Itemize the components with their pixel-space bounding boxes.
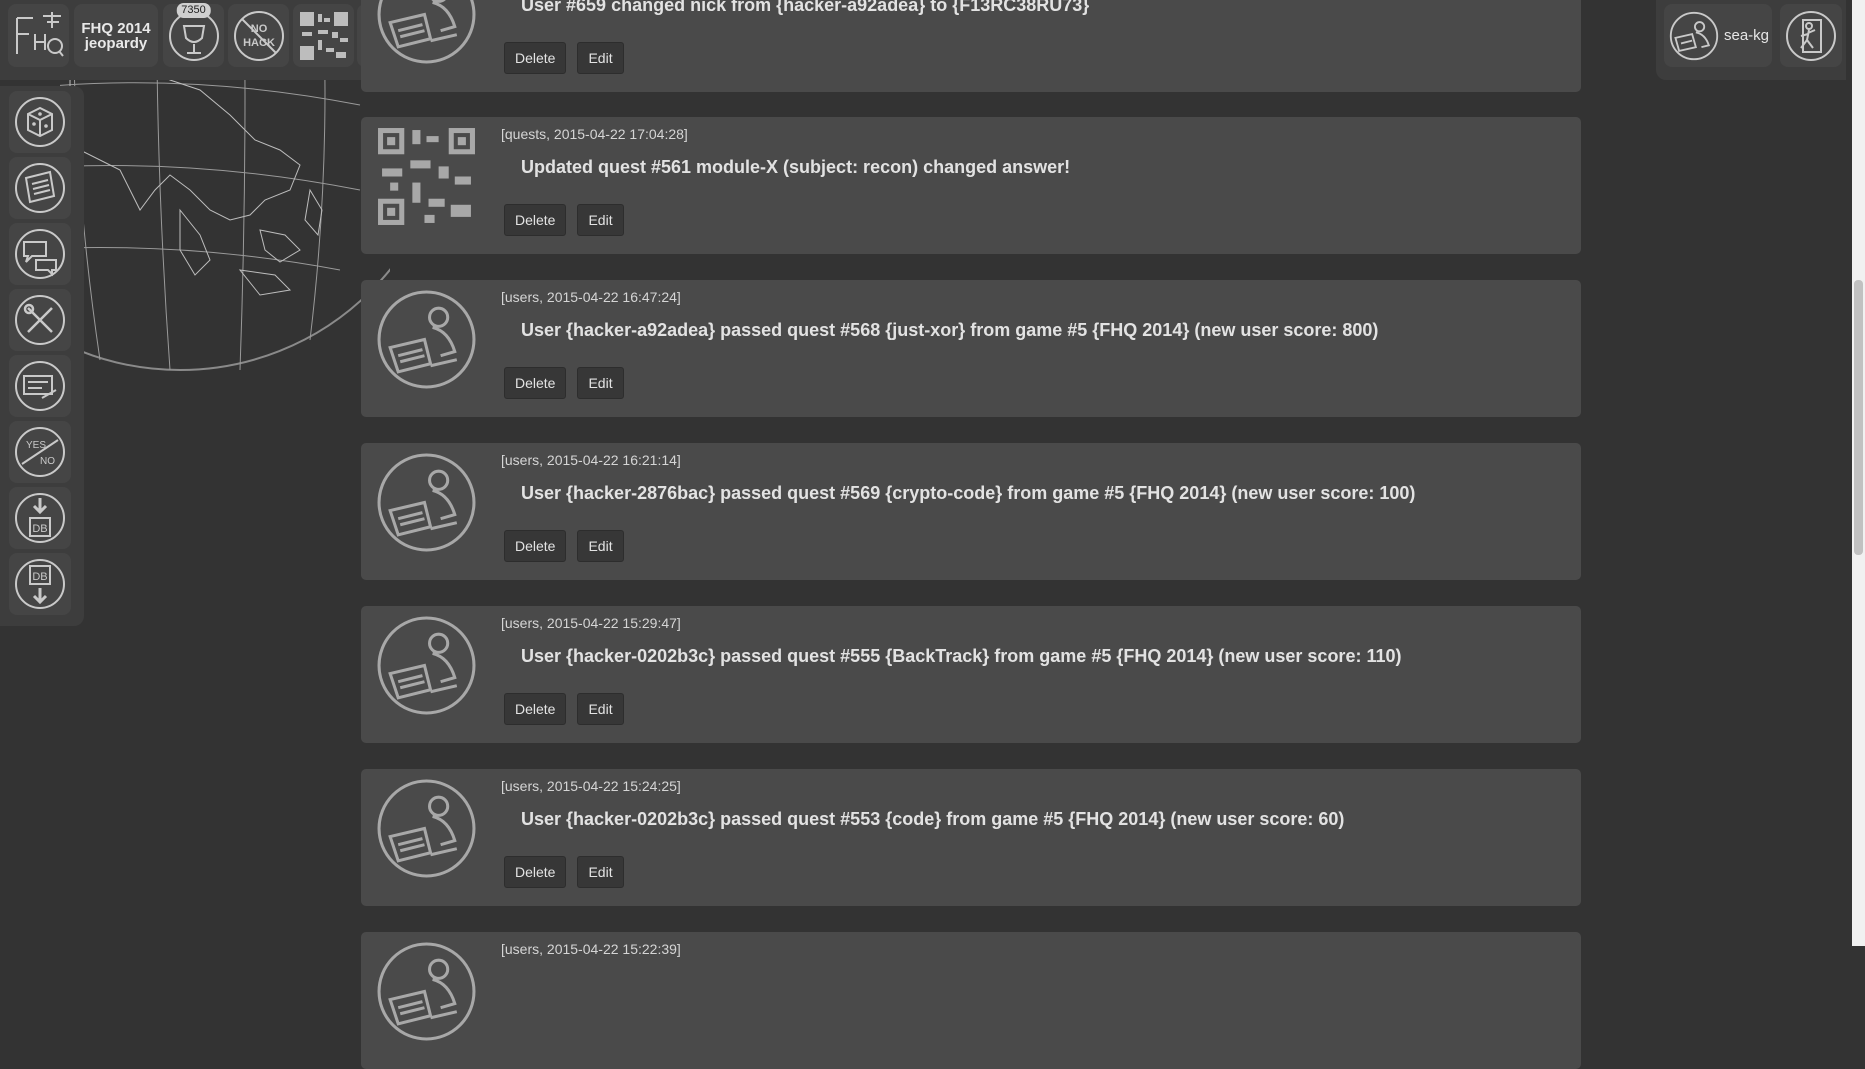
feed-item-message: Updated quest #561 module-X (subject: re…: [521, 157, 1071, 177]
tools-icon: [15, 295, 65, 345]
sidebar-item-feedback[interactable]: [9, 355, 71, 417]
svg-text:HACK: HACK: [243, 37, 275, 49]
edit-button[interactable]: Edit: [577, 42, 624, 74]
db-export-icon: DB: [15, 559, 65, 609]
feed-item-meta: [users, 2015-04-22 16:21:14]: [501, 452, 681, 468]
qr-code-button[interactable]: [293, 4, 354, 67]
svg-text:DB: DB: [32, 523, 47, 535]
game-title-button[interactable]: FHQ 2014 jeopardy: [74, 4, 158, 67]
edit-button[interactable]: Edit: [577, 530, 624, 562]
feed-item-message: User {hacker-0202b3c} passed quest #555 …: [521, 646, 1402, 666]
page-scrollbar[interactable]: [1852, 0, 1865, 946]
scrollbar-thumb[interactable]: [1854, 280, 1863, 555]
svg-text:NO: NO: [250, 23, 267, 35]
user-avatar-icon: [1669, 11, 1719, 60]
user-avatar-icon: [376, 452, 477, 553]
edit-button[interactable]: Edit: [577, 856, 624, 888]
feed-item-meta: [users, 2015-04-22 15:22:39]: [501, 941, 681, 957]
feed-item-message: User {hacker-2876bac} passed quest #569 …: [521, 483, 1416, 503]
delete-button[interactable]: Delete: [504, 693, 567, 725]
chat-icon: [15, 229, 65, 279]
sidebar-item-news[interactable]: [9, 157, 71, 219]
yes-no-icon: YES NO: [15, 427, 65, 477]
fhq-logo-icon[interactable]: [8, 4, 69, 67]
user-avatar-icon: [376, 289, 477, 390]
edit-button[interactable]: Edit: [577, 204, 624, 236]
delete-button[interactable]: Delete: [504, 42, 567, 74]
feed-item-meta: [users, 2015-04-22 15:24:25]: [501, 778, 681, 794]
delete-button[interactable]: Delete: [504, 204, 567, 236]
sidebar-item-db-import[interactable]: DB: [9, 487, 71, 549]
feed-item: [users, 2015-04-22 16:21:14] User {hacker…: [361, 443, 1581, 580]
game-title-line2: jeopardy: [84, 34, 148, 52]
sidebar-item-games[interactable]: [9, 91, 71, 153]
game-title-line1: FHQ 2014: [81, 19, 151, 37]
feed-item-message: User {hacker-a92adea} passed quest #568 …: [521, 320, 1379, 340]
logout-icon: [1786, 10, 1836, 61]
feed-item-message: User {hacker-0202b3c} passed quest #553 …: [521, 809, 1345, 829]
no-hack-button[interactable]: NO HACK: [228, 4, 289, 67]
feed-item: [users, 2015-04-22 16:47:24] User {hacker…: [361, 280, 1581, 417]
sidebar-item-db-export[interactable]: DB: [9, 553, 71, 615]
dice-icon: [15, 97, 65, 147]
feed-item: [users, 2015-04-22 15:24:25] User {hacker…: [361, 769, 1581, 906]
db-import-icon: DB: [15, 493, 65, 543]
user-profile-button[interactable]: sea-kg: [1664, 4, 1772, 67]
sidebar-item-yes-no[interactable]: YES NO: [9, 421, 71, 483]
svg-text:DB: DB: [32, 571, 47, 583]
svg-text:NO: NO: [40, 456, 55, 467]
svg-text:YES: YES: [26, 440, 46, 451]
qr-code-icon: [299, 11, 348, 60]
feed-item: [users, 2015-04-22 15:22:39]DeleteEdit: [361, 932, 1581, 1069]
feed-item: [users, 2015-04-22 15:29:47] User {hacker…: [361, 606, 1581, 743]
user-avatar-icon: [376, 615, 477, 716]
user-avatar-icon: [376, 0, 477, 65]
edit-button[interactable]: Edit: [577, 693, 624, 725]
edit-button[interactable]: Edit: [577, 367, 624, 399]
scoreboard-button[interactable]: 7350: [163, 3, 224, 67]
feed-item: User #659 changed nick from {hacker-a92a…: [361, 0, 1581, 92]
sidebar-item-chat[interactable]: [9, 223, 71, 285]
user-panel: sea-kg: [1656, 0, 1846, 80]
score-badge: 7350: [176, 3, 211, 18]
delete-button[interactable]: Delete: [504, 856, 567, 888]
feed-item: [quests, 2015-04-22 17:04:28] Updated que…: [361, 117, 1581, 254]
feed-item-meta: [users, 2015-04-22 15:29:47]: [501, 615, 681, 631]
news-icon: [15, 163, 65, 213]
user-avatar-icon: [376, 941, 477, 1042]
feed-item-meta: [quests, 2015-04-22 17:04:28]: [501, 126, 688, 142]
user-avatar-icon: [376, 778, 477, 879]
delete-button[interactable]: Delete: [504, 530, 567, 562]
user-name: sea-kg: [1724, 27, 1770, 44]
left-sidebar: YES NO DB DB: [0, 86, 84, 626]
qr-code-icon: [376, 126, 477, 227]
logout-button[interactable]: [1780, 4, 1842, 67]
no-hack-icon: NO HACK: [233, 10, 284, 61]
delete-button[interactable]: Delete: [504, 367, 567, 399]
feed-item-meta: [users, 2015-04-22 16:47:24]: [501, 289, 681, 305]
feedback-icon: [15, 361, 65, 411]
sidebar-item-tools[interactable]: [9, 289, 71, 351]
feed-item-message: User #659 changed nick from {hacker-a92a…: [521, 0, 1090, 15]
